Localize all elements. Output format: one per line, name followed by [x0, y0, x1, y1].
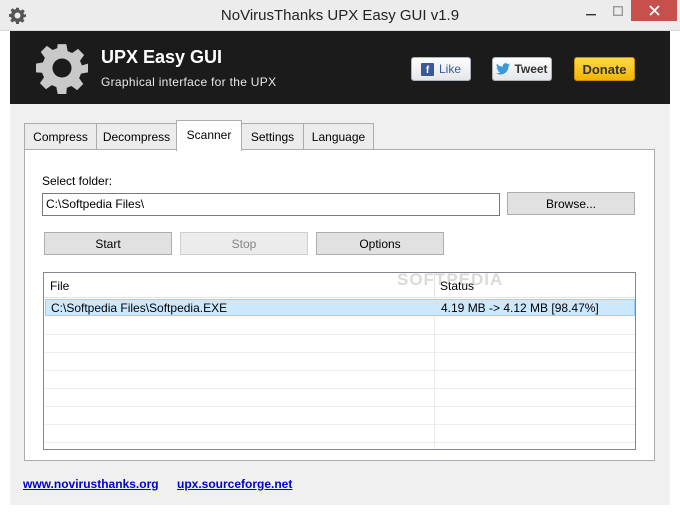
- tweet-button[interactable]: Tweet: [492, 57, 552, 81]
- tab-compress[interactable]: Compress: [24, 123, 97, 150]
- maximize-icon: [613, 5, 623, 16]
- gear-logo-icon: [36, 44, 88, 94]
- like-label: Like: [438, 62, 461, 76]
- empty-row: [45, 426, 635, 443]
- empty-row: [45, 408, 635, 425]
- empty-row: [45, 318, 635, 335]
- empty-row: [45, 354, 635, 371]
- tab-settings[interactable]: Settings: [241, 123, 304, 150]
- table-row[interactable]: C:\Softpedia Files\Softpedia.EXE 4.19 MB…: [45, 299, 635, 316]
- minimize-icon: [586, 13, 596, 15]
- brand-title: UPX Easy GUI: [101, 47, 223, 67]
- column-header-file[interactable]: File: [50, 279, 69, 293]
- tab-scanner[interactable]: Scanner: [176, 120, 242, 151]
- maximize-button[interactable]: [605, 0, 631, 21]
- row-file-cell: C:\Softpedia Files\Softpedia.EXE: [51, 301, 228, 315]
- brand-tagline: Graphical interface for the UPX: [101, 75, 277, 89]
- tab-language[interactable]: Language: [303, 123, 374, 150]
- header-banner: UPX Easy GUI Graphical interface for the…: [10, 31, 670, 104]
- empty-row: [45, 336, 635, 353]
- close-icon: [648, 5, 660, 16]
- row-status-cell: 4.19 MB -> 4.12 MB [98.47%]: [441, 301, 599, 315]
- tab-decompress[interactable]: Decompress: [96, 123, 177, 150]
- upx-sourceforge-link[interactable]: upx.sourceforge.net: [177, 477, 292, 491]
- softpedia-watermark: SOFTPEDIA: [397, 270, 504, 289]
- title-bar: NoVirusThanks UPX Easy GUI v1.9: [0, 0, 680, 31]
- facebook-icon: f: [420, 62, 434, 76]
- minimize-button[interactable]: [577, 0, 605, 21]
- tweet-label: Tweet: [514, 62, 548, 76]
- stop-button: Stop: [180, 232, 308, 255]
- results-list[interactable]: File Status C:\Softpedia Files\Softpedia…: [43, 272, 636, 450]
- novirusthanks-link[interactable]: www.novirusthanks.org: [23, 477, 159, 491]
- like-button[interactable]: f Like: [411, 57, 471, 81]
- start-button[interactable]: Start: [44, 232, 172, 255]
- empty-row: [45, 372, 635, 389]
- browse-button[interactable]: Browse...: [507, 192, 635, 215]
- list-header: File Status: [44, 273, 635, 298]
- close-button[interactable]: [631, 0, 677, 21]
- folder-path-input[interactable]: C:\Softpedia Files\: [42, 193, 500, 216]
- empty-row: [45, 390, 635, 407]
- donate-button[interactable]: Donate: [574, 57, 635, 81]
- options-button[interactable]: Options: [316, 232, 444, 255]
- select-folder-label: Select folder:: [42, 174, 113, 188]
- twitter-bird-icon: [496, 63, 511, 75]
